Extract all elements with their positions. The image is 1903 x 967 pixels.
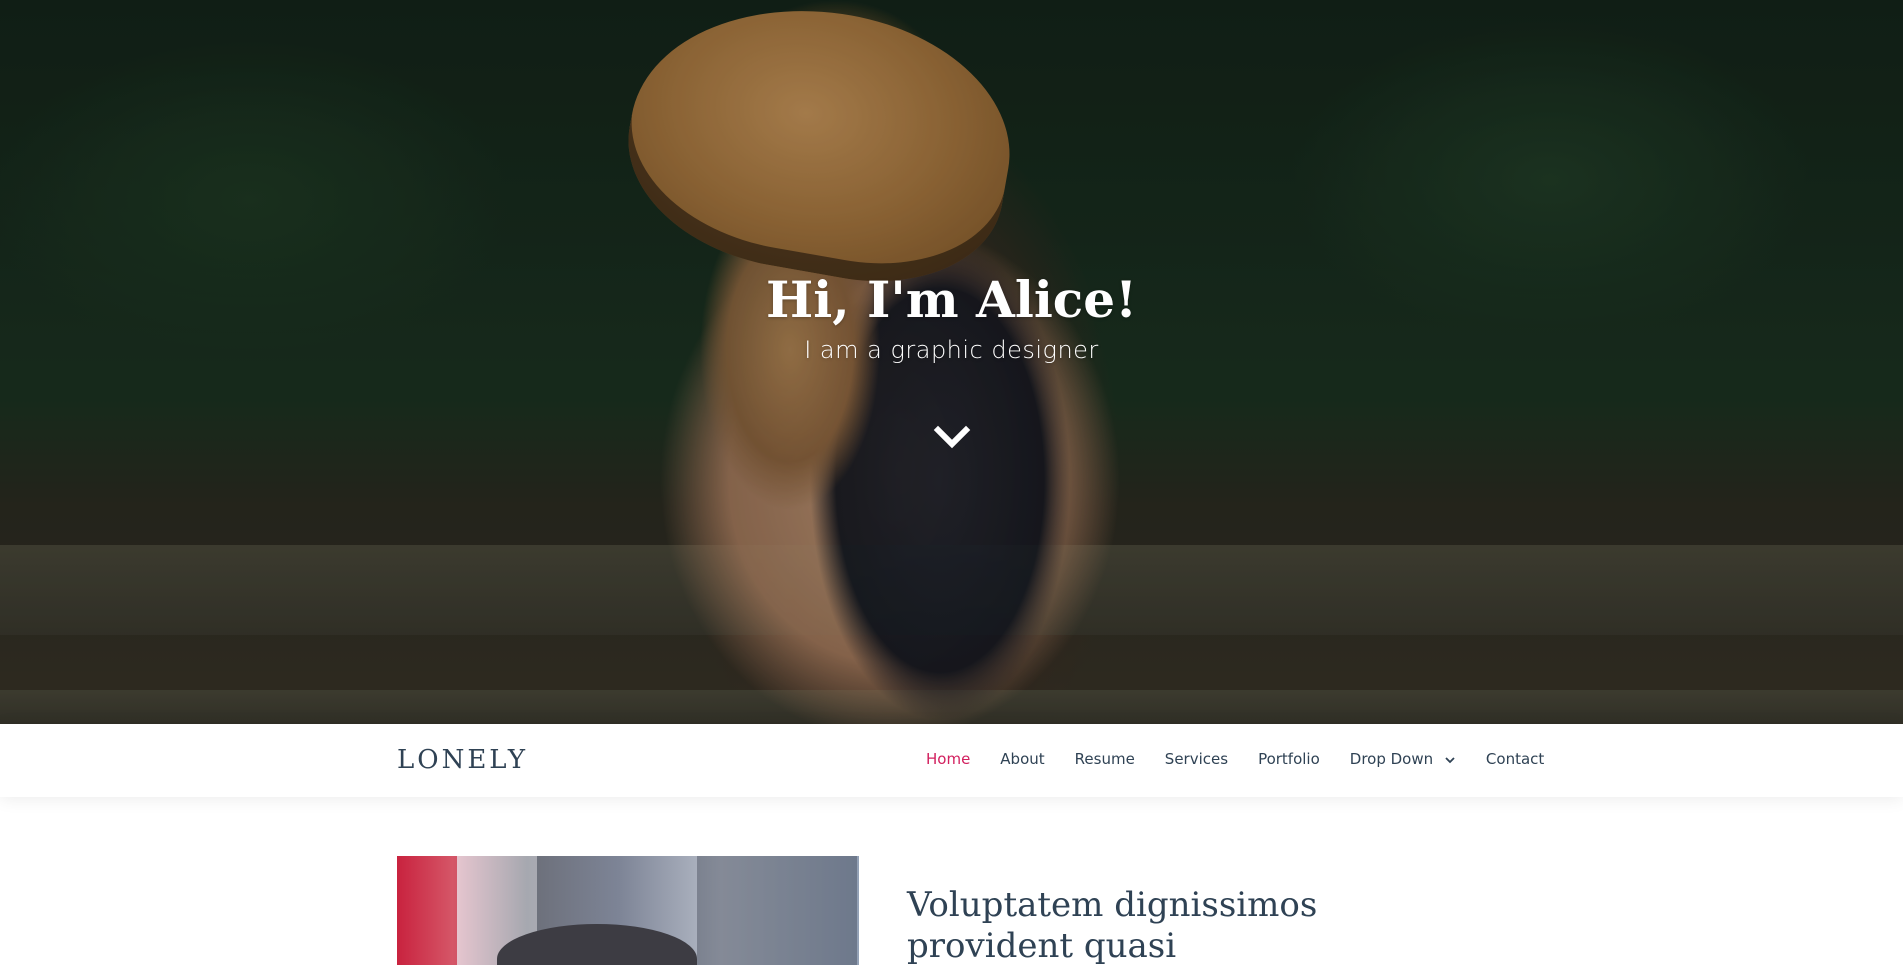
chevron-down-icon [1445, 756, 1455, 763]
nav-item-services[interactable]: Services [1165, 750, 1228, 768]
nav-item-dropdown-label: Drop Down [1349, 750, 1434, 768]
nav-item-contact[interactable]: Contact [1486, 750, 1544, 768]
about-image [397, 856, 859, 965]
nav-item-portfolio[interactable]: Portfolio [1258, 750, 1320, 768]
nav-item-about[interactable]: About [1000, 750, 1044, 768]
hero-content: Hi, I'm Alice! I am a graphic designer [0, 270, 1903, 364]
site-logo[interactable]: LONELY [397, 745, 528, 775]
nav-item-home[interactable]: Home [926, 750, 970, 768]
hero-title: Hi, I'm Alice! [765, 270, 1138, 329]
navbar: LONELY Home About Resume Services Portfo… [0, 724, 1903, 797]
hero-subtitle: I am a graphic designer [804, 336, 1099, 364]
hero-section: Hi, I'm Alice! I am a graphic designer [0, 0, 1903, 724]
nav-item-resume[interactable]: Resume [1075, 750, 1135, 768]
about-title: Voluptatem dignissimos provident quasi [907, 885, 1318, 966]
main-nav: Home About Resume Services Portfolio Dro… [926, 750, 1544, 768]
nav-item-dropdown[interactable]: Drop Down [1350, 750, 1456, 768]
chevron-down-icon[interactable] [932, 418, 972, 458]
